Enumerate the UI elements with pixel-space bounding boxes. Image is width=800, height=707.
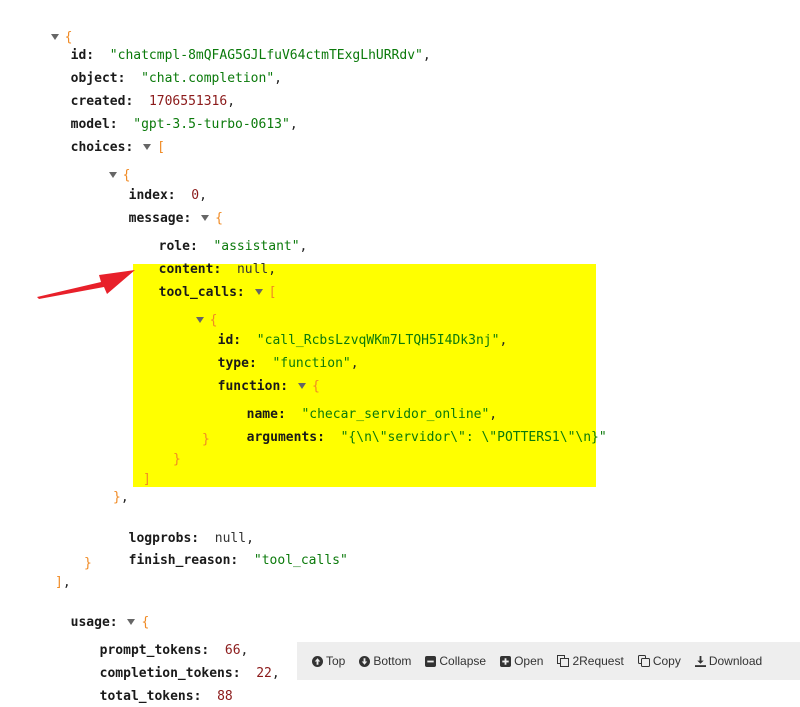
collapse-button[interactable]: Collapse — [418, 654, 493, 668]
json-choice-open: { — [91, 146, 130, 183]
json-row-message: message: { — [128, 211, 223, 226]
json-row-usage: usage: { — [70, 615, 150, 630]
json-row-created: created: 1706551316, — [70, 94, 236, 109]
json-row-prompt-tokens: prompt_tokens: 66, — [99, 643, 249, 658]
download-label: Download — [708, 654, 763, 668]
duplicate-icon — [557, 655, 570, 667]
collapse-toggle-icon[interactable] — [143, 143, 152, 150]
collapse-label: Collapse — [439, 654, 487, 668]
open-label: Open — [514, 654, 544, 668]
json-row-index: index: 0, — [128, 188, 207, 203]
json-row-role: role: "assistant", — [158, 239, 308, 254]
download-button[interactable]: Download — [688, 654, 769, 668]
json-row-function: function: { — [217, 379, 320, 394]
json-root-open: { — [33, 8, 72, 45]
json-row-id: id: "chatcmpl-8mQFAG5GJLfuV64ctmTExgLhUR… — [70, 48, 431, 63]
json-row-tool-call-id: id: "call_RcbsLzvqWKm7LTQH5I4Dk3nj", — [217, 333, 508, 348]
bottom-label: Bottom — [373, 654, 412, 668]
json-function-close: } — [202, 432, 210, 447]
open-button[interactable]: Open — [493, 654, 550, 668]
arrow-up-circle-icon — [312, 655, 323, 667]
bottom-button[interactable]: Bottom — [352, 654, 418, 668]
json-row-tool-calls: tool_calls: [ — [158, 285, 277, 300]
json-row-model: model: "gpt-3.5-turbo-0613", — [70, 117, 298, 132]
json-key: finish_reason: — [128, 553, 239, 568]
json-message-close: }, — [113, 490, 129, 505]
red-arrow-annotation — [37, 270, 135, 299]
top-button[interactable]: Top — [297, 654, 352, 668]
json-choices-close: ], — [55, 575, 71, 590]
collapse-toggle-icon[interactable] — [254, 288, 263, 295]
json-row-function-arguments: arguments: "{\n\"servidor\": \"POTTERS1\… — [231, 408, 607, 445]
top-label: Top — [326, 654, 346, 668]
json-row-function-name: name: "checar_servidor_online", — [246, 407, 498, 422]
json-key: arguments: — [246, 430, 325, 445]
minus-square-icon — [425, 655, 437, 667]
json-value-string: "tool_calls" — [253, 553, 348, 568]
json-row-total-tokens: total_tokens: 88 — [84, 667, 233, 704]
json-row-content: content: null, — [158, 262, 277, 277]
json-row-tool-call-type: type: "function", — [217, 356, 359, 371]
json-choice-close: } — [84, 556, 92, 571]
json-value-number: 88 — [217, 689, 233, 704]
json-row-object: object: "chat.completion", — [70, 71, 282, 86]
json-tool-calls-close: ] — [143, 472, 151, 487]
json-value-number: 22 — [256, 666, 272, 681]
json-row-finish-reason: finish_reason: "tool_calls" — [113, 531, 348, 568]
copy-button[interactable]: Copy — [631, 654, 688, 668]
json-tool-call-open: { — [178, 291, 217, 328]
json-row-completion-tokens: completion_tokens: 22, — [99, 666, 280, 681]
json-key: total_tokens: — [99, 689, 202, 704]
request-label: 2Request — [572, 654, 624, 668]
plus-square-icon — [500, 655, 512, 667]
json-row-logprobs: logprobs: null, — [128, 531, 254, 546]
copy-icon — [637, 655, 650, 667]
download-icon — [694, 655, 706, 667]
copy-label: Copy — [652, 654, 681, 668]
json-row-choices: choices: [ — [70, 140, 165, 155]
json-value-string: "{\n\"servidor\": \"POTTERS1\"\n}" — [340, 430, 607, 445]
json-viewer-toolbar: Top Bottom Collapse Open 2Request Copy D… — [297, 642, 800, 680]
request-button[interactable]: 2Request — [550, 654, 630, 668]
arrow-down-circle-icon — [359, 655, 371, 667]
json-tool-call-close: } — [173, 452, 181, 467]
